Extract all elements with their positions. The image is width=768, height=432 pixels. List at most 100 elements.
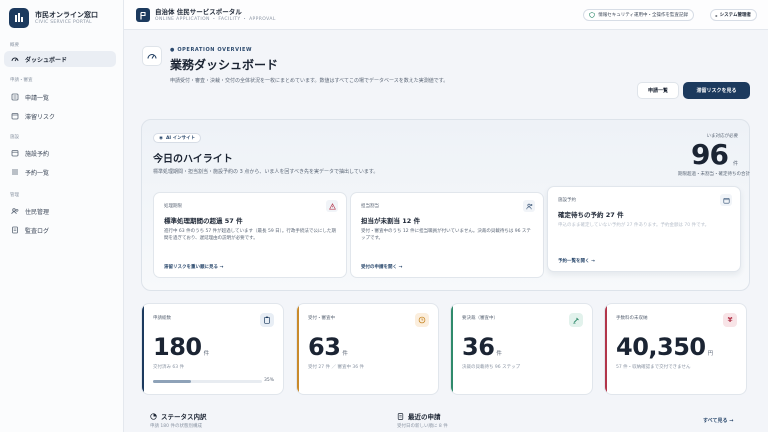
kpi-accent [451,304,453,394]
brand[interactable]: 市民オンライン窓口 CIVIC SERVICE PORTAL [9,8,98,28]
list-icon [11,168,19,176]
kpi-value: 180 [153,333,202,361]
ai-insight-badge: ◉ AI インサイト [153,133,202,143]
sidebar-item-stagnation-risk[interactable]: 滞留リスク [4,108,116,124]
card-link[interactable]: 予約一覧を開く → [558,258,595,264]
calendar-icon [720,194,732,206]
kpi-value-wrap: 180 件 [153,333,209,361]
kpi-value: 40,350 [616,333,706,361]
sparkle-icon: ◉ [159,135,163,141]
status-breakdown-subtitle: 申請 180 件の状態別構成 [150,424,202,429]
shield-icon [589,12,595,18]
view-risk-button[interactable]: 滞留リスクを見る [683,82,750,99]
issued-progress-label: 35% [263,378,274,383]
kpi-accent [297,304,299,394]
kpi-unit: 件 [342,351,348,357]
card-title: 担当が未割当 12 件 [361,217,421,225]
security-status-pill[interactable]: 情報セキュリティ運用中・全操作を監査記録 [583,9,694,21]
issued-progress-fill [153,380,192,383]
sidebar: 市民オンライン窓口 CIVIC SERVICE PORTAL 概要 ダッシュボー… [0,0,124,432]
attention-note: 期限超過・未割当・確定待ちの合計 [678,172,750,177]
sidebar-item-label: ダッシュボード [25,56,68,64]
card-body: 申込のまま確定していない予約が 27 件あります。予約金額は 70 件です。 [558,223,710,228]
highlight-title: 今日のハイライト [153,154,233,165]
sidebar-item-dashboard[interactable]: ダッシュボード [4,51,116,67]
kpi-subtext: 57 件・収納確認まで交付できません [616,365,691,370]
kpi-label: 要決裁（審査中） [462,316,498,321]
section-title-text: ステータス内訳 [161,413,207,421]
nav-section-facilities: 施設 [10,135,19,140]
gauge-icon [11,55,19,63]
insight-card-assignment: 担当割当 担当が未割当 12 件 受付・審査中のうち 12 件に担当職員が付いて… [350,192,544,278]
card-body: 進行中 63 件のうち 57 件が超過しています（最長 59 日）。行政手続法で… [164,229,336,241]
sidebar-item-label: 監査ログ [25,227,50,235]
card-tag: 処理期限 [164,204,182,209]
breadcrumb: ONLINE APPLICATION ・ FACILITY ・ APPROVAL [155,17,276,22]
kpi-card-approval: 要決裁（審査中） 36 件 決裁の貝載待ち 96 ステップ [450,303,593,395]
building-logo-icon [9,8,29,28]
user-assign-icon [523,200,535,212]
sidebar-item-facility-reservation[interactable]: 施設予約 [4,145,116,161]
sidebar-item-label: 滞留リスク [25,113,56,121]
document-icon [11,226,19,234]
portal-logo-icon [136,8,150,22]
admin-label: システム管理者 [719,13,751,18]
attention-unit: 件 [732,161,738,167]
gauge-icon [142,46,162,66]
kpi-label: 申請総数 [153,316,171,321]
ai-badge-label: AI インサイト [165,136,196,141]
kpi-card-in-review: 受付・審査中 63 件 受付 27 件 ／ 審査中 36 件 [296,303,439,395]
sidebar-item-residents[interactable]: 住民管理 [4,203,116,219]
sidebar-item-reservation-list[interactable]: 予約一覧 [4,164,116,180]
portal-title: 自治体 住民サービスポータル [155,8,242,16]
kpi-unit: 件 [203,351,210,357]
kpi-value: 63 [308,333,341,361]
kpi-label: 手数料の未収納 [616,316,648,321]
kpi-value-wrap: 36 件 [462,333,502,361]
sidebar-item-application-list[interactable]: 申請一覧 [4,89,116,105]
brand-title: 市民オンライン窓口 [35,10,98,19]
kpi-accent [605,304,607,394]
kpi-label: 受付・審査中 [308,316,335,321]
nav-section-applications: 申請・審査 [10,78,33,83]
brand-subtitle: CIVIC SERVICE PORTAL [35,19,92,25]
kpi-card-unpaid-fees: 手数料の未収納 ¥ 40,350 円 57 件・収納確認まで交付できません [604,303,747,395]
kpi-card-total: 申請総数 180 件 交付済み 63 件 35% [141,303,284,395]
sidebar-item-label: 予約一覧 [25,169,50,177]
card-tag: 施設予約 [558,198,576,203]
clock-icon [11,112,19,120]
kpi-value-wrap: 40,350 円 [616,333,713,361]
kpi-value-wrap: 63 件 [308,333,348,361]
security-label: 情報セキュリティ運用中・全操作を監査記録 [598,13,688,18]
users-icon [11,207,19,215]
card-link[interactable]: 滞留リスクを重い順に見る → [164,264,223,270]
card-tag: 担当割当 [361,204,379,209]
card-link[interactable]: 受付の申請を開く → [361,264,402,270]
sidebar-item-label: 施設予約 [25,150,50,158]
nav-section-admin: 管理 [10,193,19,198]
nav-section-overview: 概要 [10,43,19,48]
card-title: 標準処理期間の超過 57 件 [164,217,243,225]
page-title: 業務ダッシュボード [170,58,279,72]
sidebar-item-label: 住民管理 [25,208,50,216]
insight-card-deadline: 処理期限 標準処理期間の超過 57 件 進行中 63 件のうち 57 件が超過し… [153,192,347,278]
list-icon [11,93,19,101]
recent-applications-title: 最近の申請 [397,411,441,421]
kpi-subtext: 受付 27 件 ／ 審査中 36 件 [308,365,365,370]
kpi-unit: 円 [707,351,714,357]
sidebar-item-audit-log[interactable]: 監査ログ [4,222,116,238]
clipboard-icon [260,313,274,327]
eyebrow-text: OPERATION OVERVIEW [177,47,253,53]
kpi-value: 36 [462,333,495,361]
kpi-accent [142,304,144,394]
document-icon [397,412,404,420]
status-breakdown-title: ステータス内訳 [150,411,207,421]
application-list-button[interactable]: 申請一覧 [637,82,679,99]
issued-progress-bar [153,380,262,383]
see-all-link[interactable]: すべて見る → [703,417,733,424]
admin-role-pill[interactable]: ▸ システム管理者 [709,9,757,21]
card-body: 受付・審査中のうち 12 件に担当職員が付いていません。決裁の貝載待ちは 96 … [361,229,531,241]
highlight-description: 標準処理期間・担当割当・施設予約の 3 点から、いま人を回すべき先を実データで抽… [153,169,379,175]
kpi-unit: 件 [496,351,502,357]
attention-count: 96 [691,138,729,171]
